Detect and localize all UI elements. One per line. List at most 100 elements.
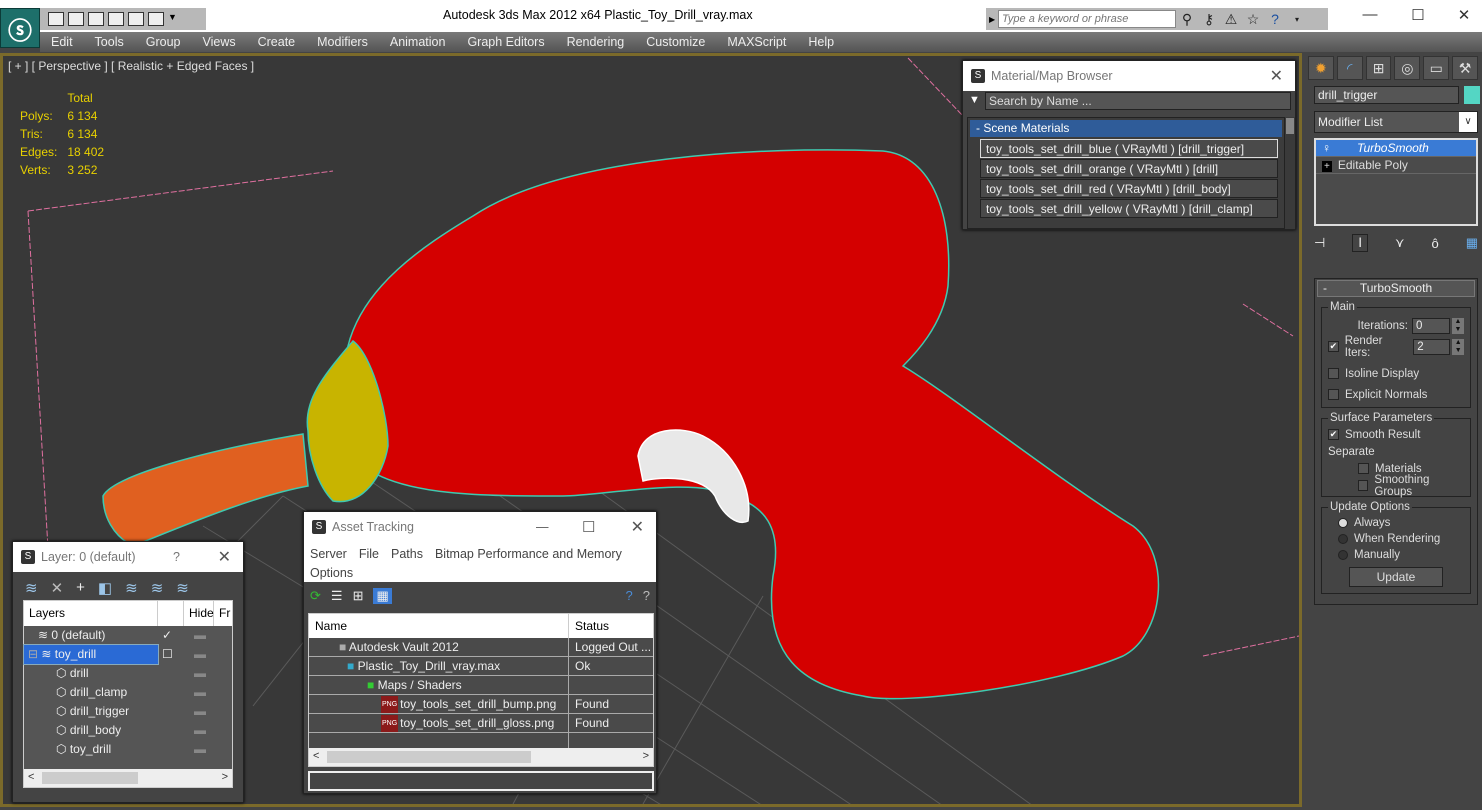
remove-modifier-icon[interactable]: ô xyxy=(1432,236,1439,251)
menu-maxscript[interactable]: MAXScript xyxy=(716,35,797,49)
material-item[interactable]: toy_tools_set_drill_blue ( VRayMtl ) [dr… xyxy=(980,139,1278,158)
update-button[interactable]: Update xyxy=(1349,567,1443,587)
isoline-display-checkbox[interactable] xyxy=(1328,368,1339,379)
menu-animation[interactable]: Animation xyxy=(379,35,457,49)
binoculars-icon[interactable]: ⚲ xyxy=(1176,11,1198,28)
undo-icon[interactable] xyxy=(88,12,104,26)
hierarchy-tab-icon[interactable]: ⊞ xyxy=(1365,56,1392,80)
close-icon[interactable]: ✕ xyxy=(631,517,644,537)
horizontal-scrollbar[interactable]: < > xyxy=(309,748,653,766)
make-unique-icon[interactable]: ⋎ xyxy=(1395,235,1405,251)
rollout-header[interactable]: - TurboSmooth xyxy=(1317,280,1475,297)
freeze-all-icon[interactable]: ≋ xyxy=(176,579,189,597)
show-end-result-icon[interactable]: Ⅰ xyxy=(1352,234,1369,252)
hide-toggle[interactable]: ▬ xyxy=(194,721,206,740)
satellite-icon[interactable]: ⚠ xyxy=(1220,11,1242,28)
when-rendering-radio[interactable] xyxy=(1338,534,1348,544)
menu-options[interactable]: Options xyxy=(310,566,353,580)
layer-row[interactable]: ⬡ drill ▬ xyxy=(24,664,232,683)
expand-icon[interactable]: ▶ xyxy=(986,15,998,24)
delete-layer-icon[interactable]: ✕ xyxy=(51,579,64,597)
menu-edit[interactable]: Edit xyxy=(40,35,84,49)
menu-views[interactable]: Views xyxy=(191,35,246,49)
menu-graph-editors[interactable]: Graph Editors xyxy=(456,35,555,49)
hide-toggle[interactable]: ▬ xyxy=(194,664,206,683)
add-to-layer-icon[interactable]: + xyxy=(76,579,85,597)
material-item[interactable]: toy_tools_set_drill_orange ( VRayMtl ) [… xyxy=(980,159,1278,178)
layer-row[interactable]: ⬡ drill_trigger ▬ xyxy=(24,702,232,721)
materials-checkbox[interactable] xyxy=(1358,463,1369,474)
smoothing-groups-checkbox[interactable] xyxy=(1358,480,1369,491)
smooth-result-checkbox[interactable]: ✔ xyxy=(1328,429,1339,440)
maximize-button[interactable]: ☐ xyxy=(582,518,595,536)
save-icon[interactable] xyxy=(68,12,84,26)
asset-row[interactable]: ■ Maps / Shaders xyxy=(309,676,653,695)
spinner-arrows-icon[interactable]: ▲ ▼ xyxy=(1452,338,1464,355)
configure-modifier-sets-icon[interactable]: ▦ xyxy=(1466,235,1478,251)
menu-tools[interactable]: Tools xyxy=(84,35,135,49)
menu-bitmap-performance-and-memory[interactable]: Bitmap Performance and Memory xyxy=(435,547,622,561)
layer-row[interactable]: ⊟ ≋ toy_drill ☐ ▬ xyxy=(23,644,232,665)
hide-toggle[interactable]: ▬ xyxy=(194,645,206,664)
lightbulb-icon[interactable]: ♀ xyxy=(1322,141,1331,155)
material-item[interactable]: toy_tools_set_drill_yellow ( VRayMtl ) [… xyxy=(980,199,1278,218)
always-radio[interactable] xyxy=(1338,518,1348,528)
scene-materials-group[interactable]: - Scene Materials xyxy=(970,120,1282,137)
modifier-list-dropdown[interactable]: Modifier List ∨ xyxy=(1314,111,1478,133)
help-icon[interactable]: ? xyxy=(1264,11,1286,27)
vertical-scrollbar[interactable] xyxy=(1285,117,1295,229)
asset-row[interactable]: PNG toy_tools_set_drill_gloss.png Found xyxy=(309,714,653,733)
redo-icon[interactable] xyxy=(128,12,144,26)
create-tab-icon[interactable]: ✹ xyxy=(1308,56,1334,80)
refresh-icon[interactable]: ⟳ xyxy=(310,588,321,604)
current-layer-check-icon[interactable]: ✓ xyxy=(162,626,172,645)
help-offline-icon[interactable]: ? xyxy=(643,588,650,603)
asset-row[interactable]: PNG toy_tools_set_drill_bump.png Found xyxy=(309,695,653,714)
tree-view-icon[interactable]: ⊞ xyxy=(353,588,364,604)
motion-tab-icon[interactable]: ◎ xyxy=(1394,56,1421,80)
app-menu-button[interactable]: ⓢ xyxy=(0,8,40,48)
select-objects-icon[interactable]: ◧ xyxy=(98,579,112,597)
close-icon[interactable]: ✕ xyxy=(1270,66,1283,86)
utilities-tab-icon[interactable]: ⚒ xyxy=(1452,56,1478,80)
viewport-label[interactable]: [ + ] [ Perspective ] [ Realistic + Edge… xyxy=(8,59,254,73)
hold-icon[interactable] xyxy=(148,12,164,26)
layer-row[interactable]: ⬡ drill_body ▬ xyxy=(24,721,232,740)
open-icon[interactable] xyxy=(48,12,64,26)
asset-row[interactable]: ■ Plastic_Toy_Drill_vray.max Ok xyxy=(309,657,653,676)
chevron-down-icon[interactable]: ∨ xyxy=(1459,112,1477,132)
layer-row[interactable]: ≋ 0 (default) ✓ ▬ xyxy=(24,626,232,645)
layer-row[interactable]: ⬡ toy_drill ▬ xyxy=(24,740,232,759)
hide-toggle[interactable]: ▬ xyxy=(194,740,206,759)
key-icon[interactable]: ⚷ xyxy=(1198,11,1220,28)
menu-rendering[interactable]: Rendering xyxy=(556,35,636,49)
menu-paths[interactable]: Paths xyxy=(391,547,423,561)
material-item[interactable]: toy_tools_set_drill_red ( VRayMtl ) [dri… xyxy=(980,179,1278,198)
hide-toggle[interactable]: ▬ xyxy=(194,626,206,645)
dialog-titlebar[interactable]: S Asset Tracking — ☐ ✕ xyxy=(304,512,656,542)
layer-row[interactable]: ⬡ drill_clamp ▬ xyxy=(24,683,232,702)
project-icon[interactable] xyxy=(108,12,124,26)
horizontal-scrollbar[interactable]: < > xyxy=(24,769,232,787)
menu-help[interactable]: Help xyxy=(797,35,845,49)
column-header-layers[interactable]: Layers xyxy=(24,601,158,626)
column-header-status[interactable]: Status xyxy=(569,614,653,638)
spinner-arrows-icon[interactable]: ▲ ▼ xyxy=(1452,317,1464,334)
column-header-freeze[interactable]: Fr xyxy=(214,601,232,626)
create-layer-icon[interactable]: ≋ xyxy=(25,579,38,597)
expand-plus-icon[interactable]: + xyxy=(1322,161,1332,172)
set-current-checkbox[interactable]: ☐ xyxy=(162,645,173,664)
hide-all-icon[interactable]: ≋ xyxy=(151,579,164,597)
menu-file[interactable]: File xyxy=(359,547,379,561)
menu-server[interactable]: Server xyxy=(310,547,347,561)
asset-row[interactable]: ■ Autodesk Vault 2012 Logged Out ... xyxy=(309,638,653,657)
qat-dropdown-icon[interactable]: ▼ xyxy=(168,12,177,26)
modify-tab-icon[interactable]: ◜ xyxy=(1336,56,1363,80)
table-view-icon[interactable]: ▦ xyxy=(373,587,392,604)
render-iters-checkbox[interactable]: ✔ xyxy=(1328,341,1339,352)
menu-modifiers[interactable]: Modifiers xyxy=(306,35,379,49)
dialog-titlebar[interactable]: S Material/Map Browser ✕ xyxy=(963,61,1295,91)
menu-customize[interactable]: Customize xyxy=(635,35,716,49)
render-iters-spinner[interactable]: 2 xyxy=(1413,338,1451,355)
filter-dropdown-icon[interactable]: ▼ xyxy=(969,94,980,106)
